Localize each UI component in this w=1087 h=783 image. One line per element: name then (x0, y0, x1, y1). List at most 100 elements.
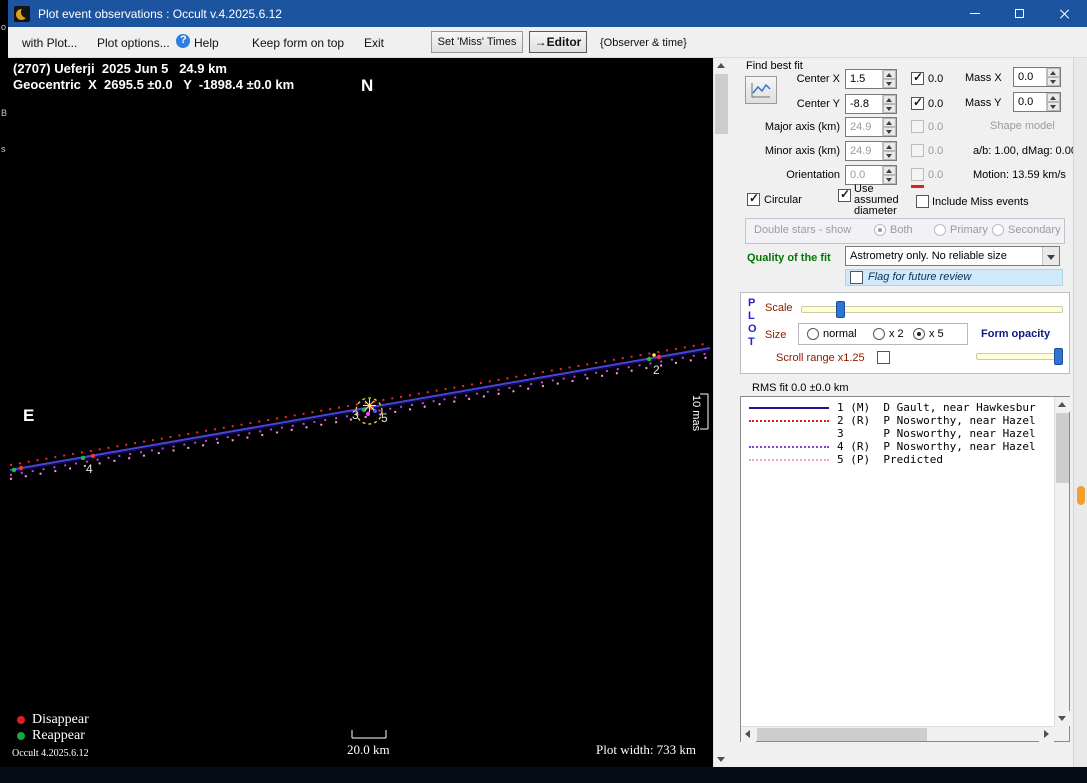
orientation-step: 0.0 (928, 169, 943, 181)
orientation-label: Orientation (748, 169, 840, 181)
scrollbar-thumb[interactable] (1056, 413, 1069, 483)
mass-x-label: Mass X (965, 72, 1002, 84)
app-icon (14, 6, 30, 22)
dropdown-arrow-icon[interactable] (1042, 247, 1059, 265)
observation-row[interactable]: 5 (P) Predicted (741, 453, 1053, 466)
center-y-lock-checkbox[interactable] (911, 97, 924, 110)
down-arrow-icon (717, 757, 725, 762)
edge-scrollbar-thumb[interactable] (1077, 486, 1085, 505)
major-axis-spinner[interactable]: 24.9 (845, 117, 897, 137)
close-button[interactable] (1042, 0, 1087, 27)
editor-button[interactable]: →Editor (529, 31, 587, 53)
chord-style-sample (749, 407, 829, 409)
circular-checkbox[interactable] (747, 193, 760, 206)
spin-up[interactable] (883, 118, 896, 127)
size-normal-radio[interactable]: normal (807, 328, 857, 340)
spin-down[interactable] (883, 104, 896, 113)
spin-down[interactable] (883, 127, 896, 136)
menu-help[interactable]: Help (194, 36, 219, 50)
reappear-dot-icon (17, 732, 25, 740)
scroll-range-checkbox[interactable] (877, 351, 890, 364)
circular-label: Circular (764, 194, 802, 206)
spin-up[interactable] (883, 166, 896, 175)
spin-up[interactable] (883, 142, 896, 151)
taskbar-strip (0, 767, 1087, 783)
spin-up[interactable] (883, 95, 896, 104)
occultation-plot-canvas[interactable]: 4 2 3 5 (8, 58, 713, 767)
mass-x-spinner[interactable]: 0.0 (1013, 67, 1061, 87)
scroll-up-button[interactable] (1055, 397, 1070, 412)
spin-up[interactable] (1047, 93, 1060, 102)
menubar: with Plot... Plot options... Help Keep f… (8, 27, 1087, 58)
minimize-button[interactable] (952, 0, 997, 27)
observation-list[interactable]: 1 (M) D Gault, near Hawkesbur 2 (R) P No… (740, 396, 1070, 742)
center-x-spinner[interactable]: 1.5 (845, 69, 897, 89)
opacity-slider-track[interactable] (976, 353, 1063, 360)
observation-row[interactable]: 4 (R) P Nosworthy, near Hazel (741, 440, 1053, 453)
menu-plot-options[interactable]: Plot options... (97, 36, 170, 50)
plot-title-line2: Geocentric X 2695.5 ±0.0 Y -1898.4 ±0.0 … (13, 77, 294, 92)
background-window-text: o (1, 22, 6, 32)
minor-axis-spinner[interactable]: 24.9 (845, 141, 897, 161)
scroll-left-button[interactable] (741, 727, 756, 742)
window-edge-scrollbar[interactable] (1073, 58, 1087, 767)
spin-down[interactable] (883, 151, 896, 160)
scrollbar-thumb[interactable] (715, 74, 728, 134)
plot-area[interactable]: 4 2 3 5 (2707) Ueferji 2025 Jun 5 24.9 k… (8, 58, 713, 767)
chord-label-5: 5 (381, 411, 388, 425)
set-miss-times-button[interactable]: Set 'Miss' Times (431, 31, 523, 53)
chord-label-4: 4 (86, 462, 93, 476)
mass-y-spinner[interactable]: 0.0 (1013, 92, 1061, 112)
spin-up[interactable] (883, 70, 896, 79)
center-y-spinner[interactable]: -8.8 (845, 94, 897, 114)
scroll-right-button[interactable] (1039, 727, 1054, 742)
spin-down[interactable] (883, 79, 896, 88)
use-assumed-diameter-checkbox[interactable] (838, 189, 851, 202)
spin-up[interactable] (1047, 68, 1060, 77)
chord-label-3: 3 (352, 408, 359, 422)
scale-bracket (352, 730, 386, 738)
mas-scale-label: 10 mas (690, 395, 702, 431)
minimize-icon (970, 13, 980, 14)
chord-style-sample (749, 459, 829, 461)
orientation-spinner[interactable]: 0.0 (845, 165, 897, 185)
plot-letter-t: T (748, 336, 755, 348)
menu-with-plot[interactable]: with Plot... (22, 36, 77, 50)
scroll-up-button[interactable] (714, 58, 729, 73)
scale-bar-label: 20.0 km (347, 742, 390, 758)
observation-row[interactable]: 3 P Nosworthy, near Hazel (741, 427, 1053, 440)
scroll-down-button[interactable] (714, 752, 729, 767)
scrollbar-thumb[interactable] (757, 728, 927, 741)
legend-reappear: Reappear (17, 728, 85, 744)
down-arrow-icon (1058, 716, 1066, 721)
maximize-button[interactable] (997, 0, 1042, 27)
observation-row[interactable]: 2 (R) P Nosworthy, near Hazel (741, 414, 1053, 427)
predicted-color-sample (911, 185, 924, 188)
list-vertical-scrollbar[interactable] (1054, 397, 1069, 727)
rms-fit-label: RMS fit 0.0 ±0.0 km (752, 382, 849, 394)
opacity-slider-thumb[interactable] (1054, 348, 1063, 365)
center-x-lock-checkbox[interactable] (911, 72, 924, 85)
menu-keep-on-top[interactable]: Keep form on top (252, 36, 344, 50)
scale-slider-thumb[interactable] (836, 301, 845, 318)
size-x2-radio[interactable]: x 2 (873, 328, 904, 340)
menu-exit[interactable]: Exit (364, 36, 384, 50)
include-miss-checkbox[interactable] (916, 195, 929, 208)
up-arrow-icon (717, 63, 725, 68)
scroll-down-button[interactable] (1055, 711, 1070, 726)
right-arrow-icon (1044, 730, 1049, 738)
size-x5-radio[interactable]: x 5 (913, 328, 944, 340)
plot-controls-group: P L O T Scale Size normal x 2 (740, 292, 1070, 374)
list-horizontal-scrollbar[interactable] (741, 726, 1055, 741)
disappear-dot-icon (17, 716, 25, 724)
flag-review-checkbox[interactable] (850, 271, 863, 284)
spin-down[interactable] (1047, 77, 1060, 86)
spin-down[interactable] (883, 175, 896, 184)
observation-row[interactable]: 1 (M) D Gault, near Hawkesbur (741, 401, 1053, 414)
spin-down[interactable] (1047, 102, 1060, 111)
screen: o B s Plot event observations : Occult v… (0, 0, 1087, 783)
plot-letter-p: P (748, 297, 755, 309)
maximize-icon (1015, 9, 1024, 18)
quality-of-fit-dropdown[interactable]: Astrometry only. No reliable size (845, 246, 1060, 266)
plot-vertical-scrollbar[interactable] (713, 58, 728, 767)
